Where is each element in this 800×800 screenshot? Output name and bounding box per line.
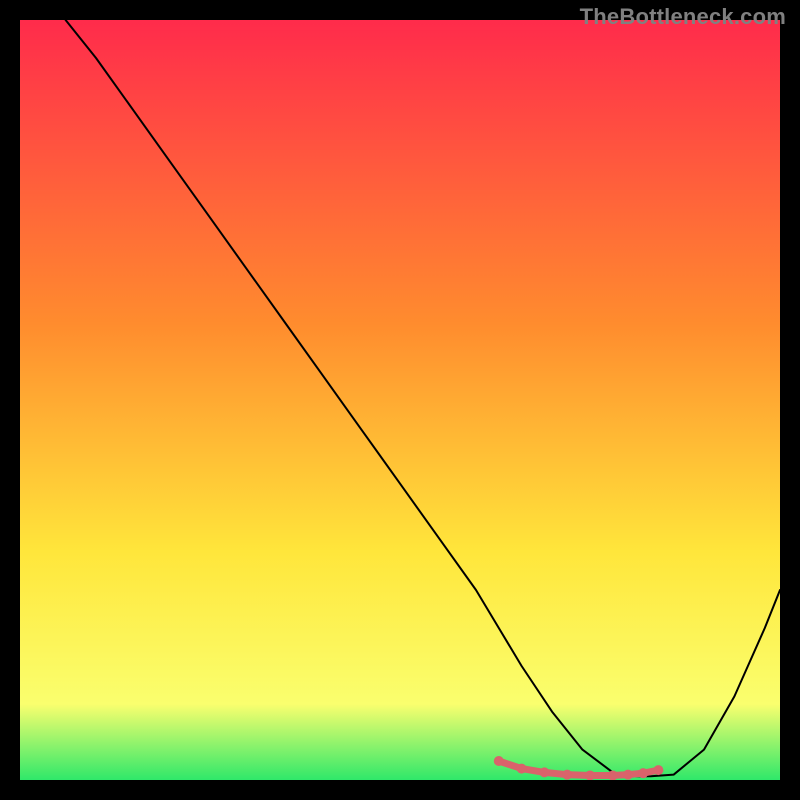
marker-optimal-region (517, 764, 527, 774)
marker-optimal-region (562, 770, 572, 780)
marker-optimal-region (494, 756, 504, 766)
marker-optimal-region (623, 770, 633, 780)
chart-container: TheBottleneck.com (0, 0, 800, 800)
chart-svg (20, 20, 780, 780)
marker-optimal-region (608, 770, 618, 780)
plot-area (20, 20, 780, 780)
marker-optimal-region (638, 768, 648, 778)
marker-optimal-region (539, 767, 549, 777)
gradient-background (20, 20, 780, 780)
watermark-text: TheBottleneck.com (580, 4, 786, 30)
marker-optimal-region (585, 770, 595, 780)
marker-optimal-region (653, 765, 663, 775)
